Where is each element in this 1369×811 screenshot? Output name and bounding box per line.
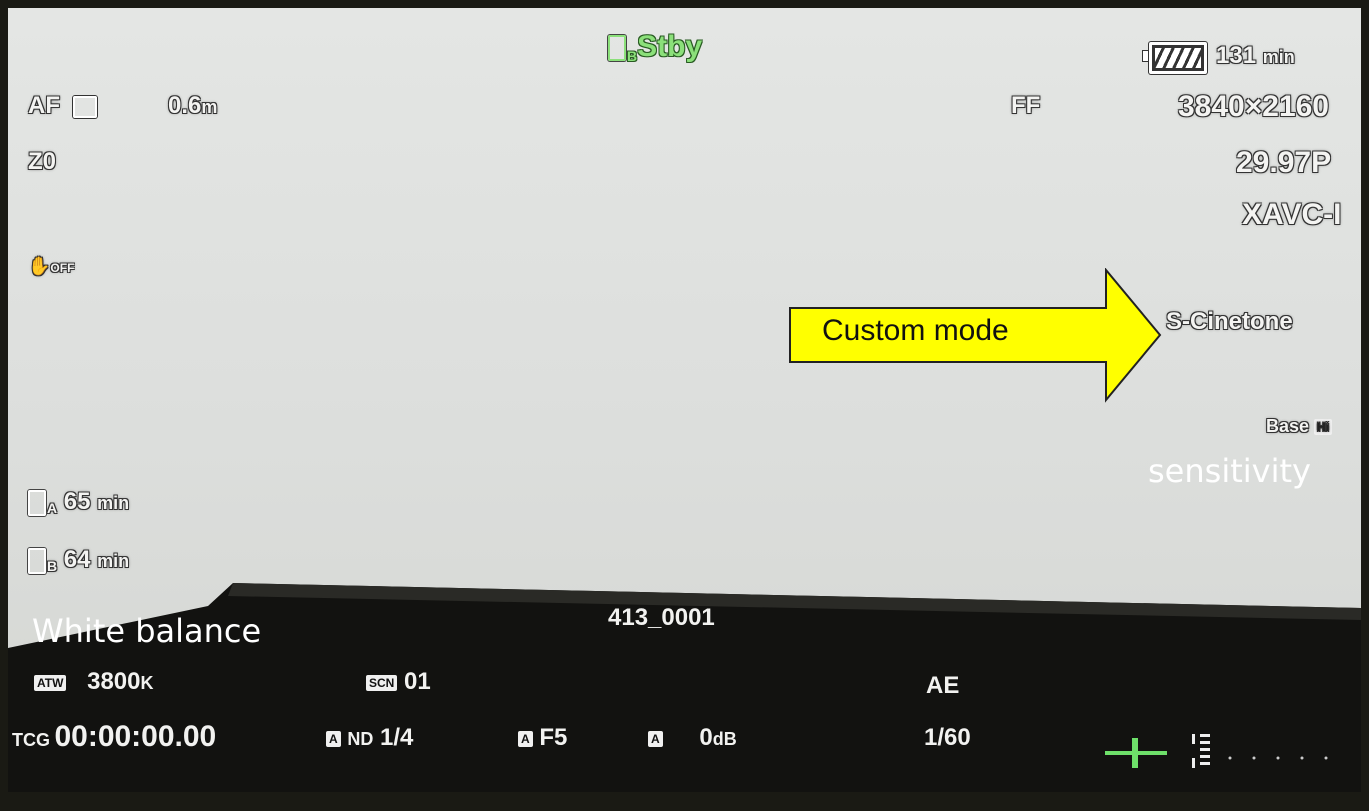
picture-profile: S-Cinetone <box>1166 308 1293 335</box>
gain-auto-badge: A <box>648 730 663 747</box>
face-detect-icon <box>72 95 97 118</box>
sensor-mode: FF <box>1011 92 1041 119</box>
zoom-position: Z0 <box>28 148 57 175</box>
custom-mode-label: Custom mode <box>822 314 1009 347</box>
stabilizer-indicator: ✋OFF <box>28 256 75 276</box>
status-state: Stby <box>637 30 703 63</box>
hand-shake-icon: ✋ <box>28 256 51 276</box>
clip-name: 413_0001 <box>608 604 715 631</box>
nd-auto-badge: A <box>326 730 341 747</box>
exposure-mode: AE <box>926 672 960 699</box>
white-balance: ATW 3800K <box>34 668 154 696</box>
battery-remaining: 131 min <box>1216 42 1295 69</box>
media-a-remaining: A 65 min <box>28 488 129 516</box>
viewfinder-screen: BStby 131 min AF 0.6m Z0 ✋OFF FF 3840×21… <box>8 8 1361 792</box>
level-meter-tick <box>1132 738 1138 768</box>
audio-level-icon <box>1192 734 1328 768</box>
shutter-speed: 1/60 <box>924 724 971 751</box>
focus-mode: AF <box>28 92 97 120</box>
record-status: BStby <box>608 30 702 64</box>
media-b-remaining: B 64 min <box>28 546 129 574</box>
base-sensitivity: Base Hi <box>1266 416 1333 437</box>
gain: A 0dB <box>648 724 737 752</box>
media-card-icon <box>608 35 626 62</box>
iris: A F5 <box>518 724 567 752</box>
white-balance-annotation: White balance <box>32 612 262 650</box>
timecode: TCG 00:00:00.00 <box>12 720 217 753</box>
codec: XAVC-I <box>1242 198 1342 231</box>
scn-badge: SCN <box>366 674 398 691</box>
scene-file: SCN 01 <box>366 668 431 696</box>
atw-badge: ATW <box>34 674 67 691</box>
nd-filter: A ND 1/4 <box>326 724 413 752</box>
iris-auto-badge: A <box>518 730 533 747</box>
battery-icon <box>1143 42 1207 74</box>
hi-badge: Hi <box>1314 419 1333 436</box>
media-card-a-icon <box>28 489 46 516</box>
focus-distance: 0.6m <box>168 92 218 119</box>
media-card-b-icon <box>28 547 46 574</box>
frame-rate: 29.97P <box>1236 146 1332 179</box>
sensitivity-annotation: sensitivity <box>1148 452 1311 490</box>
resolution: 3840×2160 <box>1178 90 1329 123</box>
